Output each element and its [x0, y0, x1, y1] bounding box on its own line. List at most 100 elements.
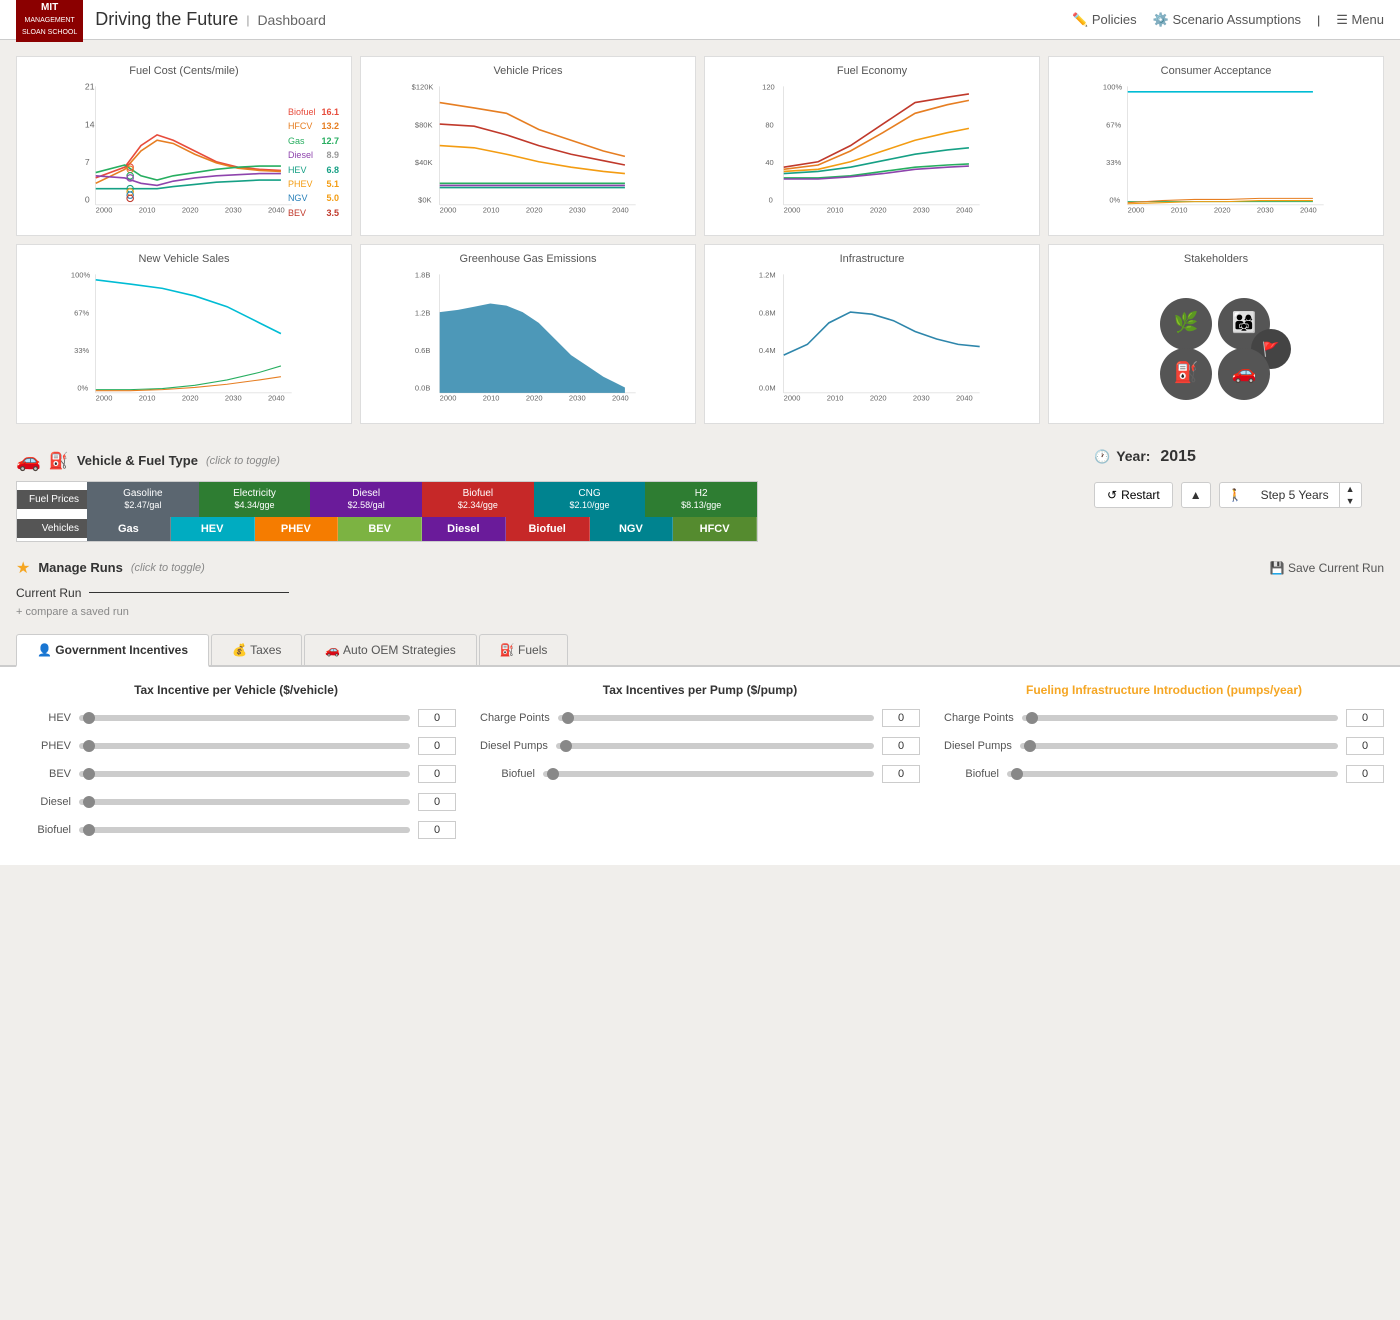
fuel-h2[interactable]: H2 $8.13/gge	[645, 482, 757, 517]
slider-biofuel-pump-thumb[interactable]	[547, 768, 559, 780]
slider-biofuel-thumb[interactable]	[83, 824, 95, 836]
slider-hev-row: HEV	[16, 709, 456, 727]
consumer-acceptance-chart[interactable]: Consumer Acceptance 100% 67% 33% 0% 2000…	[1048, 56, 1384, 236]
slider-hev-track[interactable]	[79, 715, 410, 721]
fuel-diesel[interactable]: Diesel $2.58/gal	[310, 482, 422, 517]
slider-phev-thumb[interactable]	[83, 740, 95, 752]
svg-text:$120K: $120K	[412, 83, 434, 92]
slider-bev-value[interactable]	[418, 765, 456, 783]
restart-button[interactable]: ↺ Restart	[1094, 482, 1173, 508]
slider-hev-thumb[interactable]	[83, 712, 95, 724]
vehicle-fuel-toggle-hint[interactable]: (click to toggle)	[206, 455, 280, 467]
slider-charge-points-value[interactable]	[882, 709, 920, 727]
vehicle-prices-chart[interactable]: Vehicle Prices $120K $80K $40K $0K 2000 …	[360, 56, 696, 236]
svg-text:🚩: 🚩	[1262, 341, 1279, 358]
slider-hev-value[interactable]	[418, 709, 456, 727]
svg-text:2020: 2020	[870, 393, 887, 402]
slider-infra-diesel-thumb[interactable]	[1024, 740, 1036, 752]
svg-text:2040: 2040	[612, 393, 629, 402]
svg-text:2010: 2010	[827, 393, 844, 402]
sliders-section: Tax Incentive per Vehicle ($/vehicle) HE…	[0, 667, 1400, 865]
slider-infra-charge-thumb[interactable]	[1026, 712, 1038, 724]
slider-diesel-pumps-row: Diesel Pumps	[480, 737, 920, 755]
fuel-biofuel[interactable]: Biofuel $2.34/gge	[422, 482, 534, 517]
manage-runs-toggle-hint[interactable]: (click to toggle)	[131, 562, 205, 574]
slider-diesel-pumps-thumb[interactable]	[560, 740, 572, 752]
svg-text:1.2B: 1.2B	[415, 308, 430, 317]
vehicle-ngv[interactable]: NGV	[590, 517, 674, 541]
fuel-economy-chart[interactable]: Fuel Economy 120 80 40 0 2000 2010 2020 …	[704, 56, 1040, 236]
slider-phev-label: PHEV	[16, 740, 71, 752]
fuel-gasoline[interactable]: Gasoline $2.47/gal	[87, 482, 199, 517]
infrastructure-title: Infrastructure	[713, 253, 1031, 265]
slider-biofuel-track[interactable]	[79, 827, 410, 833]
slider-diesel-value[interactable]	[418, 793, 456, 811]
vehicle-biofuel[interactable]: Biofuel	[506, 517, 590, 541]
floppy-icon: 💾	[1270, 561, 1288, 575]
slider-infra-biofuel-thumb[interactable]	[1011, 768, 1023, 780]
menu-link[interactable]: ☰ Menu	[1336, 12, 1384, 28]
slider-infra-charge-track[interactable]	[1022, 715, 1338, 721]
svg-text:$80K: $80K	[415, 120, 433, 129]
tab-taxes[interactable]: 💰 Taxes	[211, 634, 302, 665]
slider-infra-biofuel-track[interactable]	[1007, 771, 1338, 777]
stakeholders-chart[interactable]: Stakeholders 🌿 👨‍👩‍👧 🚩 ⛽ 🚗	[1048, 244, 1384, 424]
slider-diesel-thumb[interactable]	[83, 796, 95, 808]
slider-diesel-pumps-track[interactable]	[556, 743, 874, 749]
slider-biofuel-pump-track[interactable]	[543, 771, 874, 777]
slider-charge-points-thumb[interactable]	[562, 712, 574, 724]
vehicle-fuel-section: 🚗 ⛽ Vehicle & Fuel Type (click to toggle…	[16, 448, 1078, 542]
policies-link[interactable]: ✏️ Policies	[1072, 12, 1137, 28]
svg-text:2000: 2000	[440, 205, 457, 214]
slider-phev-value[interactable]	[418, 737, 456, 755]
slider-diesel-track[interactable]	[79, 799, 410, 805]
compare-saved-run-link[interactable]: + compare a saved run	[16, 606, 129, 618]
ghg-emissions-chart[interactable]: Greenhouse Gas Emissions 1.8B 1.2B 0.6B …	[360, 244, 696, 424]
slider-bev-thumb[interactable]	[83, 768, 95, 780]
new-vehicle-sales-chart[interactable]: New Vehicle Sales 100% 67% 33% 0% 2000 2…	[16, 244, 352, 424]
svg-text:2010: 2010	[139, 393, 156, 402]
slider-charge-points-track[interactable]	[558, 715, 874, 721]
up-arrow-button[interactable]: ▲	[1181, 482, 1211, 508]
vehicle-diesel[interactable]: Diesel	[422, 517, 506, 541]
right-controls: 🕐 Year: 2015 ↺ Restart ▲ 🚶 Step 5 Years …	[1094, 448, 1384, 508]
infrastructure-area: 1.2M 0.8M 0.4M 0.0M 2000 2010 2020 2030 …	[713, 269, 1031, 409]
svg-text:33%: 33%	[74, 346, 89, 355]
infrastructure-chart[interactable]: Infrastructure 1.2M 0.8M 0.4M 0.0M 2000 …	[704, 244, 1040, 424]
slider-phev-track[interactable]	[79, 743, 410, 749]
slider-infra-biofuel-value[interactable]	[1346, 765, 1384, 783]
restart-icon: ↺	[1107, 488, 1117, 502]
save-current-run-button[interactable]: 💾 Save Current Run	[1270, 561, 1384, 575]
header: MITMANAGEMENTSLOAN SCHOOL Driving the Fu…	[0, 0, 1400, 40]
tab-auto-oem[interactable]: 🚗 Auto OEM Strategies	[304, 634, 476, 665]
svg-text:0.0B: 0.0B	[415, 384, 430, 393]
slider-bev-track[interactable]	[79, 771, 410, 777]
manage-runs-left: ★ Manage Runs (click to toggle)	[16, 558, 205, 578]
col3-title: Fueling Infrastructure Introduction (pum…	[944, 683, 1384, 697]
vehicle-hfcv[interactable]: HFCV	[673, 517, 757, 541]
slider-infra-diesel-value[interactable]	[1346, 737, 1384, 755]
slider-infra-diesel-track[interactable]	[1020, 743, 1338, 749]
svg-text:2040: 2040	[268, 205, 285, 214]
svg-text:100%: 100%	[1103, 83, 1123, 92]
slider-infra-diesel-row: Diesel Pumps	[944, 737, 1384, 755]
slider-biofuel-pump-value[interactable]	[882, 765, 920, 783]
vehicle-gas[interactable]: Gas	[87, 517, 171, 541]
tab-fuels[interactable]: ⛽ Fuels	[479, 634, 569, 665]
fuel-electricity[interactable]: Electricity $4.34/gge	[199, 482, 311, 517]
slider-biofuel-value[interactable]	[418, 821, 456, 839]
slider-diesel-pumps-value[interactable]	[882, 737, 920, 755]
fuel-cost-chart[interactable]: Fuel Cost (Cents/mile) 21 14 7 0 2000 20…	[16, 56, 352, 236]
step-up[interactable]: ▲	[1340, 483, 1361, 495]
fuel-cng[interactable]: CNG $2.10/gge	[534, 482, 646, 517]
vehicle-phev[interactable]: PHEV	[255, 517, 339, 541]
slider-infra-charge-value[interactable]	[1346, 709, 1384, 727]
vehicle-bev[interactable]: BEV	[338, 517, 422, 541]
slider-biofuel-pump-row: Biofuel	[480, 765, 920, 783]
svg-text:2020: 2020	[182, 205, 199, 214]
step-down[interactable]: ▼	[1340, 495, 1361, 507]
vehicle-hev[interactable]: HEV	[171, 517, 255, 541]
scenario-assumptions-link[interactable]: ⚙️ Scenario Assumptions	[1153, 12, 1301, 28]
year-step-row: ↺ Restart ▲ 🚶 Step 5 Years ▲ ▼	[1094, 482, 1384, 508]
tab-government-incentives[interactable]: 👤 Government Incentives	[16, 634, 209, 667]
